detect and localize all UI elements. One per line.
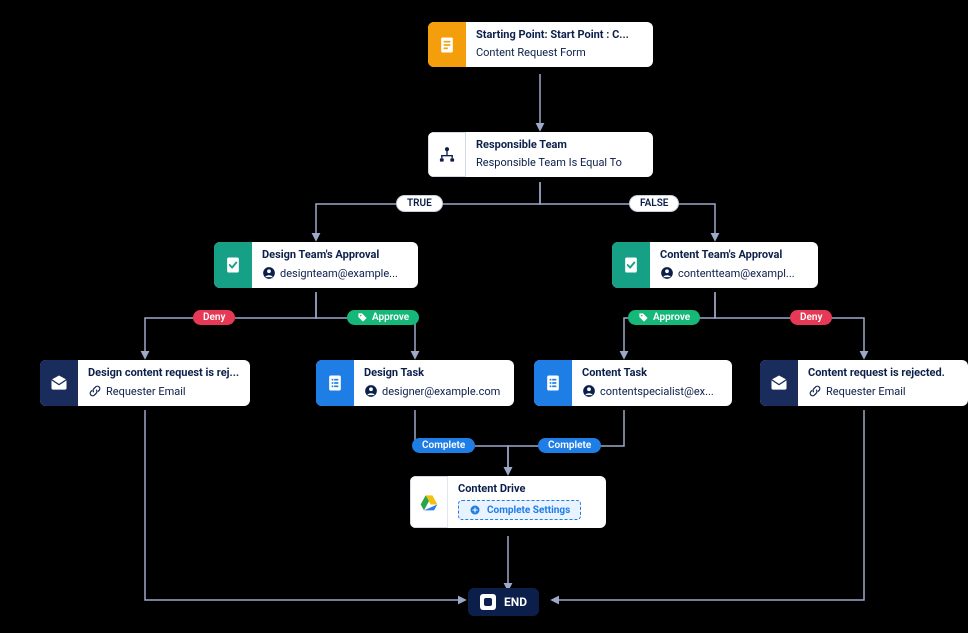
- node-start[interactable]: Starting Point: Start Point : C... Conte…: [428, 22, 653, 67]
- person-icon: [582, 384, 596, 398]
- node-end: END: [468, 588, 539, 616]
- person-icon: [364, 384, 378, 398]
- node-subtitle: contentspecialist@ex...: [600, 385, 714, 398]
- task-icon: [316, 360, 354, 406]
- node-title: Design content request is rej...: [88, 366, 240, 379]
- node-title: Responsible Team: [476, 138, 643, 151]
- node-content-drive[interactable]: Content Drive Complete Settings: [410, 476, 606, 528]
- node-content-approval[interactable]: Content Team's Approval contentteam@exam…: [612, 242, 818, 288]
- end-label: END: [504, 595, 527, 609]
- node-condition[interactable]: Responsible Team Responsible Team Is Equ…: [428, 132, 653, 177]
- google-drive-icon: [410, 476, 448, 528]
- tag-icon: [357, 312, 368, 323]
- email-icon: [760, 360, 798, 406]
- node-title: Design Task: [364, 366, 504, 379]
- edge-label-deny: Deny: [193, 310, 235, 325]
- node-subtitle: Responsible Team Is Equal To: [476, 156, 622, 169]
- node-title: Content Team's Approval: [660, 248, 808, 261]
- node-content-task[interactable]: Content Task contentspecialist@ex...: [534, 360, 732, 406]
- edge-label-false: FALSE: [629, 195, 679, 212]
- link-icon: [808, 384, 822, 398]
- edge-label-deny: Deny: [790, 310, 832, 325]
- node-subtitle: designer@example.com: [382, 385, 500, 398]
- approval-icon: [612, 242, 650, 288]
- form-icon: [428, 22, 466, 67]
- edge-label-true: TRUE: [396, 195, 443, 212]
- edge-label-complete: Complete: [538, 438, 601, 453]
- edge-label-complete: Complete: [412, 438, 475, 453]
- node-title: Content Task: [582, 366, 722, 379]
- node-content-rejected[interactable]: Content request is rejected. Requester E…: [760, 360, 968, 406]
- plus-circle-icon: [469, 504, 481, 516]
- task-icon: [534, 360, 572, 406]
- tag-icon: [638, 312, 649, 323]
- node-title: Starting Point: Start Point : C...: [476, 28, 643, 41]
- node-design-approval[interactable]: Design Team's Approval designteam@exampl…: [214, 242, 418, 288]
- node-subtitle: contentteam@exampl...: [678, 267, 795, 280]
- stop-icon: [480, 594, 496, 610]
- node-subtitle: designteam@example...: [280, 267, 398, 280]
- complete-settings-button[interactable]: Complete Settings: [458, 500, 581, 520]
- person-icon: [262, 266, 276, 280]
- node-title: Content request is rejected.: [808, 366, 958, 379]
- node-title: Content Drive: [458, 482, 596, 495]
- person-icon: [660, 266, 674, 280]
- node-subtitle: Requester Email: [106, 385, 186, 398]
- email-icon: [40, 360, 78, 406]
- edge-label-approve: Approve: [347, 310, 419, 325]
- edge-label-approve: Approve: [628, 310, 700, 325]
- node-design-task[interactable]: Design Task designer@example.com: [316, 360, 514, 406]
- link-icon: [88, 384, 102, 398]
- node-title: Design Team's Approval: [262, 248, 408, 261]
- node-subtitle: Content Request Form: [476, 46, 586, 59]
- approval-icon: [214, 242, 252, 288]
- branch-icon: [428, 132, 466, 177]
- node-subtitle: Requester Email: [826, 385, 906, 398]
- node-design-rejected[interactable]: Design content request is rej... Request…: [40, 360, 250, 406]
